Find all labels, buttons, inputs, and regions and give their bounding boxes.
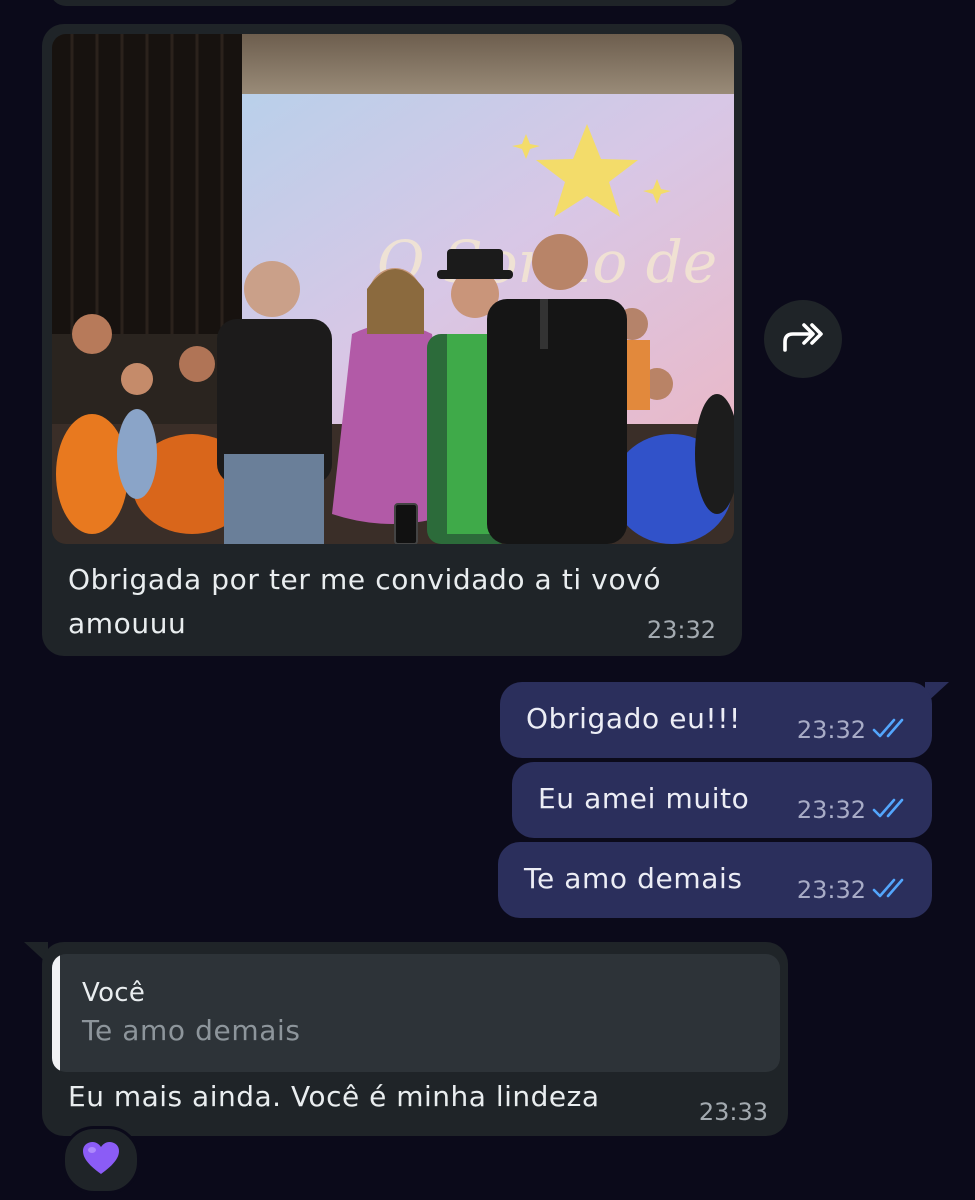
outgoing-message[interactable]: Obrigado eu!!! 23:32 bbox=[500, 682, 932, 758]
message-timestamp: 23:32 bbox=[796, 716, 866, 744]
quoted-author: Você bbox=[82, 978, 146, 1008]
message-text: Obrigado eu!!! bbox=[526, 701, 741, 735]
message-timestamp: 23:33 bbox=[698, 1098, 768, 1126]
previous-message-bubble bbox=[50, 0, 740, 6]
double-check-icon bbox=[872, 716, 912, 744]
message-text: Eu mais ainda. Você é minha lindeza bbox=[68, 1080, 600, 1113]
forward-icon bbox=[781, 320, 825, 358]
outgoing-message[interactable]: Te amo demais 23:32 bbox=[498, 842, 932, 918]
forward-button[interactable] bbox=[764, 300, 842, 378]
message-text: Eu amei muito bbox=[538, 781, 750, 815]
quote-accent-bar bbox=[52, 954, 60, 1072]
message-text: Te amo demais bbox=[524, 861, 743, 895]
incoming-reply-message[interactable]: Você Te amo demais Eu mais ainda. Você é… bbox=[42, 942, 788, 1136]
incoming-photo-message[interactable]: O Sonho de bbox=[42, 24, 742, 656]
shared-photo[interactable]: O Sonho de bbox=[52, 34, 734, 544]
message-timestamp: 23:32 bbox=[646, 616, 716, 644]
photo-caption: Obrigada por ter me convidado a ti vovó … bbox=[68, 563, 671, 640]
outgoing-message[interactable]: Eu amei muito 23:32 bbox=[512, 762, 932, 838]
message-timestamp: 23:32 bbox=[796, 796, 866, 824]
message-timestamp: 23:32 bbox=[796, 876, 866, 904]
reaction-badge[interactable] bbox=[62, 1126, 140, 1194]
quoted-text: Te amo demais bbox=[82, 1014, 301, 1047]
double-check-icon bbox=[872, 876, 912, 904]
double-check-icon bbox=[872, 796, 912, 824]
purple-heart-icon bbox=[81, 1140, 121, 1180]
quoted-message[interactable]: Você Te amo demais bbox=[52, 954, 780, 1072]
